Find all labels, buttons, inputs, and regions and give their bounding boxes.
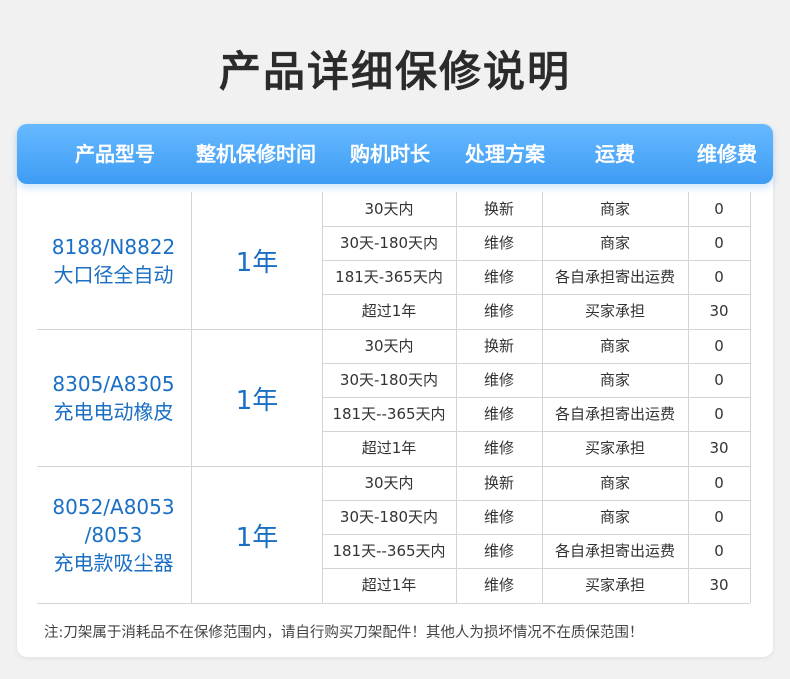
shipping-cell: 商家 bbox=[599, 371, 630, 389]
duration-cell: 超过1年 bbox=[361, 576, 417, 594]
fee-cell: 0 bbox=[714, 405, 724, 423]
duration-cell: 30天-180天内 bbox=[339, 234, 439, 252]
shipping-cell: 商家 bbox=[599, 200, 630, 218]
fee-cell: 0 bbox=[714, 200, 724, 218]
footnote: 注:刀架属于消耗品不在保修范围内，请自行购买刀架配件！其他人为损坏情况不在质保范… bbox=[44, 625, 644, 641]
fee-cell: 0 bbox=[714, 371, 724, 389]
shipping-cell: 买家承担 bbox=[584, 576, 645, 594]
fee-cell: 0 bbox=[714, 337, 724, 355]
fee-cell: 0 bbox=[714, 474, 724, 492]
solution-cell: 维修 bbox=[483, 268, 514, 286]
duration-cell: 30天内 bbox=[364, 200, 414, 218]
solution-cell: 维修 bbox=[483, 371, 514, 389]
duration-cell: 181天--365天内 bbox=[332, 405, 446, 423]
fee-cell: 30 bbox=[709, 439, 729, 457]
shipping-cell: 各自承担寄出运费 bbox=[554, 542, 675, 560]
shipping-cell: 商家 bbox=[599, 337, 630, 355]
warranty-period: 1年 bbox=[235, 385, 279, 416]
shipping-cell: 商家 bbox=[599, 474, 630, 492]
solution-cell: 维修 bbox=[483, 508, 514, 526]
fee-cell: 0 bbox=[714, 234, 724, 252]
solution-cell: 维修 bbox=[483, 302, 514, 320]
duration-cell: 30天内 bbox=[364, 337, 414, 355]
solution-cell: 维修 bbox=[483, 405, 514, 423]
fee-cell: 0 bbox=[714, 508, 724, 526]
duration-cell: 30天-180天内 bbox=[339, 508, 439, 526]
solution-cell: 维修 bbox=[483, 542, 514, 560]
fee-cell: 30 bbox=[709, 576, 729, 594]
duration-cell: 30天内 bbox=[364, 474, 414, 492]
product-model: 8305/A8305 充电电动橡皮 bbox=[37, 330, 190, 466]
duration-cell: 超过1年 bbox=[361, 439, 417, 457]
shipping-cell: 商家 bbox=[599, 234, 630, 252]
model-line: 8052/A8053 bbox=[52, 495, 175, 519]
model-line: 8188/N8822 bbox=[51, 234, 176, 259]
warranty-period: 1年 bbox=[235, 248, 279, 278]
solution-cell: 换新 bbox=[483, 337, 514, 355]
fee-cell: 0 bbox=[714, 542, 724, 560]
shipping-cell: 各自承担寄出运费 bbox=[554, 405, 675, 423]
solution-cell: 换新 bbox=[483, 474, 514, 492]
model-line: /8053 bbox=[84, 523, 143, 547]
model-line: 大口径全自动 bbox=[53, 262, 174, 287]
column-divider bbox=[750, 192, 751, 603]
solution-cell: 维修 bbox=[483, 234, 514, 252]
shipping-cell: 各自承担寄出运费 bbox=[554, 268, 675, 286]
model-line: 8305/A8305 bbox=[52, 372, 175, 396]
product-model: 8188/N8822 大口径全自动 bbox=[37, 192, 190, 329]
duration-cell: 181天--365天内 bbox=[332, 542, 446, 560]
shipping-cell: 买家承担 bbox=[584, 439, 645, 457]
duration-cell: 30天-180天内 bbox=[339, 371, 439, 389]
fee-cell: 30 bbox=[709, 302, 729, 320]
shipping-cell: 商家 bbox=[599, 508, 630, 526]
duration-cell: 181天-365天内 bbox=[335, 268, 443, 286]
shipping-cell: 买家承担 bbox=[584, 302, 645, 320]
duration-cell: 超过1年 bbox=[361, 302, 417, 320]
solution-cell: 维修 bbox=[483, 576, 514, 594]
table-bottom-line bbox=[37, 603, 750, 604]
model-line: 充电电动橡皮 bbox=[53, 400, 174, 424]
solution-cell: 换新 bbox=[483, 200, 514, 218]
model-line: 充电款吸尘器 bbox=[53, 551, 174, 575]
product-model: 8052/A8053 /8053 充电款吸尘器 bbox=[37, 467, 190, 603]
fee-cell: 0 bbox=[714, 268, 724, 286]
solution-cell: 维修 bbox=[483, 439, 514, 457]
warranty-period: 1年 bbox=[235, 522, 279, 553]
